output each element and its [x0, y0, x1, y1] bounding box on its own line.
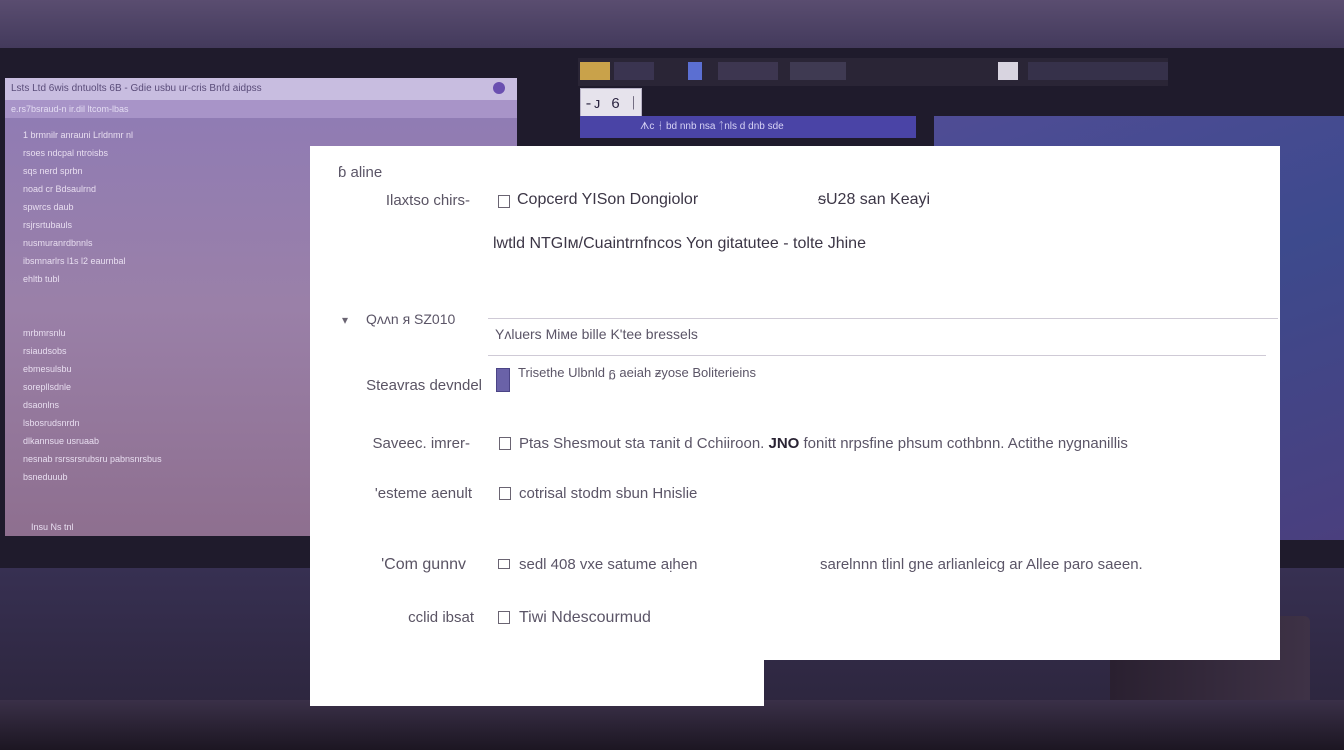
thumb-1 [580, 62, 610, 80]
row-value-5b: fonitt nrpsfine phsum cothbnn. Actithe n… [803, 435, 1128, 452]
divider-top [488, 318, 1278, 319]
row-value-7[interactable]: sedl 408 vxe satume aᴉhen [519, 556, 697, 573]
row-label-5: Saveec. imrer- [372, 435, 470, 452]
thumb-5 [790, 62, 846, 80]
left-window-footer: Insu Ns tnl [31, 522, 74, 532]
row-value-3: Yᴧluers Miᴍe bille K'tee bressels [495, 326, 698, 342]
file-icon [496, 368, 510, 392]
row-label-1: Ilaxtso chirs- [385, 192, 470, 209]
document-icon [498, 195, 510, 208]
background-thumbnail-strip [578, 58, 1168, 86]
thumb-7 [1028, 62, 1168, 80]
row-value-5-group: Ptas Shesmout sta ᴛanit d Cchiiroon. JNO… [519, 435, 1128, 452]
row-extra-7: sarelnnn tlinl gne arlianleicg ar Allee … [820, 556, 1143, 573]
row-value-6[interactable]: cotrisal stodm sbun Hnislie [519, 485, 697, 502]
properties-dialog: ɓ aline Ilaxtso chirs- Copcerd YISon Don… [310, 146, 1280, 660]
top-shade [0, 0, 1344, 48]
dialog-header: ɓ aline [338, 164, 383, 181]
row-label-6: 'esteme aenult [374, 485, 472, 502]
row-value-8[interactable]: Tiwi Ndescourmud [519, 609, 651, 627]
background-blue-bar: ᗑc ᚽ bd nnb nsa ᛏnls d dnb sde [580, 116, 916, 138]
left-window-row: 1 brmnilr anrauni Lrldnmr nl [23, 130, 134, 140]
document-icon [499, 487, 511, 500]
chevron-down-icon[interactable]: ▾ [342, 313, 348, 327]
row-value-4[interactable]: Trisethe Ulbnld ᵷ aeiah ᵶyose Boliteriei… [518, 365, 756, 380]
left-window-title: Lsts Ltd 6wis dntuolts 6B - Gdie usbu ur… [11, 83, 262, 94]
desk [0, 700, 1344, 750]
link-icon [498, 611, 510, 624]
row-value-1[interactable]: Copcerd YISon Dongiolor [517, 191, 698, 209]
row-extra-1: ᵴU28 san Keayi [818, 191, 931, 208]
thumb-3 [688, 62, 702, 80]
calendar-icon [498, 559, 510, 569]
left-window-titlebar: Lsts Ltd 6wis dntuolts 6B - Gdie usbu ur… [5, 78, 517, 100]
row-value-2: lwtld NTGIᴍ/Cuaintrnfncos Yon gitatutee … [493, 235, 866, 252]
dialog-lower-extension [310, 660, 764, 706]
document-icon [499, 437, 511, 450]
thumb-6 [998, 62, 1018, 80]
row-label-3[interactable]: Qᴧᴧn ᴙ SZ010 [366, 311, 455, 327]
row-label-4: Steavras devndel [366, 377, 482, 394]
row-label-8: cclid ibsat [408, 609, 474, 626]
left-window-toolbar: e.rs7bsraud-n ir.dil ltcom-lbas [5, 100, 517, 118]
thumb-2 [614, 62, 654, 80]
row-value-5: Ptas Shesmout sta ᴛanit d Cchiiroon. [519, 435, 765, 452]
row-value-5-bold: JNO [768, 435, 800, 452]
thumb-4 [718, 62, 778, 80]
divider-bottom [488, 355, 1266, 356]
left-window-app-icon [493, 82, 505, 94]
row-label-7: 'Com gunnv [381, 556, 466, 573]
